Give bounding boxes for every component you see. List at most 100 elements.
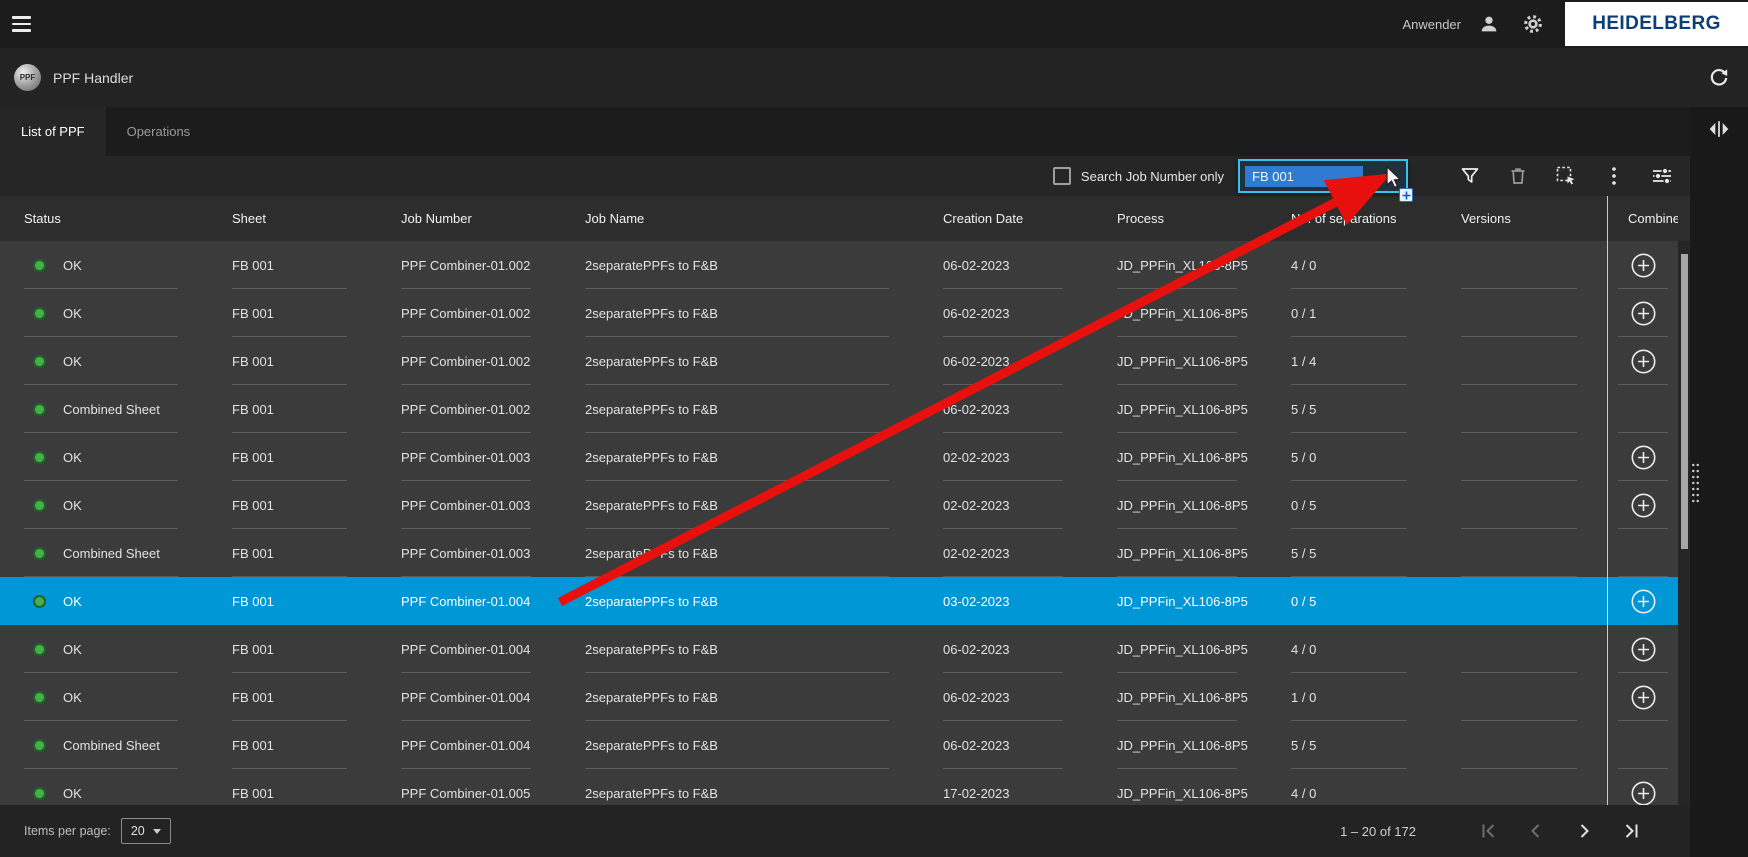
- sheet-cell: FB 001: [208, 241, 377, 289]
- items-per-page-label: Items per page:: [24, 824, 111, 838]
- job-number-cell: PPF Combiner-01.002: [377, 241, 561, 289]
- split-view-icon[interactable]: [1706, 116, 1732, 142]
- separations-cell: 0 / 5: [1267, 481, 1437, 529]
- ppf-app-icon: PPF: [14, 64, 41, 91]
- last-page-button[interactable]: [1620, 819, 1644, 843]
- combine-cell: [1607, 529, 1678, 577]
- gear-icon[interactable]: [1521, 12, 1545, 36]
- combine-button[interactable]: [1629, 683, 1657, 711]
- combine-button[interactable]: [1629, 251, 1657, 279]
- table-row[interactable]: OK FB 001 PPF Combiner-01.004 2separateP…: [0, 577, 1678, 625]
- column-header-combine: Combine: [1607, 196, 1678, 241]
- combine-cell: [1607, 625, 1678, 673]
- job-number-cell: PPF Combiner-01.004: [377, 721, 561, 769]
- page-size-select[interactable]: 20: [121, 818, 171, 844]
- status-label: Combined Sheet: [63, 402, 160, 417]
- status-label: OK: [63, 786, 82, 801]
- toolbar: Search Job Number only Search FB 001: [0, 156, 1690, 196]
- delete-icon[interactable]: [1506, 164, 1530, 188]
- combine-button[interactable]: [1629, 299, 1657, 327]
- first-page-button[interactable]: [1476, 819, 1500, 843]
- combine-button[interactable]: [1629, 635, 1657, 663]
- right-rail: [1690, 107, 1748, 857]
- user-name-label: Anwender: [1402, 17, 1461, 32]
- previous-page-button[interactable]: [1524, 819, 1548, 843]
- combine-button[interactable]: [1629, 443, 1657, 471]
- job-number-cell: PPF Combiner-01.003: [377, 529, 561, 577]
- job-number-cell: PPF Combiner-01.004: [377, 577, 561, 625]
- job-number-cell: PPF Combiner-01.004: [377, 625, 561, 673]
- creation-date-cell: 06-02-2023: [919, 241, 1093, 289]
- refresh-icon[interactable]: [1706, 65, 1732, 91]
- panel-resize-grip[interactable]: [1691, 462, 1700, 504]
- search-job-number-only-checkbox[interactable]: [1053, 167, 1071, 185]
- versions-cell: [1437, 481, 1607, 529]
- vertical-scrollbar: [1678, 241, 1690, 805]
- more-options-icon[interactable]: [1602, 164, 1626, 188]
- versions-cell: [1437, 529, 1607, 577]
- table-row[interactable]: OK FB 001 PPF Combiner-01.002 2separateP…: [0, 241, 1678, 289]
- table-header: Status Sheet Job Number Job Name Creatio…: [0, 196, 1690, 241]
- combine-button[interactable]: [1629, 347, 1657, 375]
- search-drag-text: FB 001: [1245, 166, 1363, 187]
- combine-button[interactable]: [1629, 491, 1657, 519]
- select-area-icon[interactable]: [1554, 164, 1578, 188]
- status-cell: OK: [0, 241, 208, 289]
- topbar: Anwender HEIDELBERG: [0, 0, 1748, 48]
- column-header-separations: No. of separations: [1267, 211, 1437, 226]
- sheet-cell: FB 001: [208, 577, 377, 625]
- combine-cell: [1607, 289, 1678, 337]
- tab-list-of-ppf[interactable]: List of PPF: [0, 107, 106, 156]
- table-row[interactable]: OK FB 001 PPF Combiner-01.002 2separateP…: [0, 289, 1678, 337]
- table-row[interactable]: Combined Sheet FB 001 PPF Combiner-01.00…: [0, 721, 1678, 769]
- combine-button[interactable]: [1629, 587, 1657, 615]
- separations-cell: 0 / 1: [1267, 289, 1437, 337]
- job-name-cell: 2separatePPFs to F&B: [561, 673, 919, 721]
- versions-cell: [1437, 625, 1607, 673]
- ppf-handler-app: Anwender HEIDELBERG PPF PPF Handler: [0, 0, 1748, 857]
- versions-cell: [1437, 721, 1607, 769]
- creation-date-cell: 06-02-2023: [919, 625, 1093, 673]
- table-row[interactable]: OK FB 001 PPF Combiner-01.004 2separateP…: [0, 673, 1678, 721]
- filter-icon[interactable]: [1458, 164, 1482, 188]
- table-row[interactable]: OK FB 001 PPF Combiner-01.003 2separateP…: [0, 481, 1678, 529]
- process-cell: JD_PPFin_XL106-8P5: [1093, 625, 1267, 673]
- menu-icon[interactable]: [12, 7, 46, 41]
- settings-sliders-icon[interactable]: [1650, 164, 1674, 188]
- combine-cell: [1607, 769, 1678, 805]
- process-cell: JD_PPFin_XL106-8P5: [1093, 481, 1267, 529]
- versions-cell: [1437, 433, 1607, 481]
- column-header-job-number: Job Number: [377, 211, 561, 226]
- user-icon[interactable]: [1477, 12, 1501, 36]
- table-row[interactable]: Combined Sheet FB 001 PPF Combiner-01.00…: [0, 529, 1678, 577]
- tab-operations[interactable]: Operations: [106, 107, 212, 156]
- job-number-cell: PPF Combiner-01.003: [377, 481, 561, 529]
- table-row[interactable]: OK FB 001 PPF Combiner-01.004 2separateP…: [0, 625, 1678, 673]
- status-cell: OK: [0, 577, 208, 625]
- separations-cell: 4 / 0: [1267, 625, 1437, 673]
- scrollbar-thumb[interactable]: [1681, 254, 1688, 549]
- table-row[interactable]: OK FB 001 PPF Combiner-01.005 2separateP…: [0, 769, 1678, 805]
- search-input[interactable]: Search FB 001: [1238, 159, 1408, 193]
- separations-cell: 1 / 0: [1267, 673, 1437, 721]
- status-label: OK: [63, 642, 82, 657]
- versions-cell: [1437, 769, 1607, 805]
- process-cell: JD_PPFin_XL106-8P5: [1093, 529, 1267, 577]
- process-cell: JD_PPFin_XL106-8P5: [1093, 673, 1267, 721]
- table-row[interactable]: OK FB 001 PPF Combiner-01.003 2separateP…: [0, 433, 1678, 481]
- combine-cell: [1607, 481, 1678, 529]
- column-header-status: Status: [0, 211, 208, 226]
- table-row[interactable]: OK FB 001 PPF Combiner-01.002 2separateP…: [0, 337, 1678, 385]
- combine-cell: [1607, 721, 1678, 769]
- job-number-cell: PPF Combiner-01.002: [377, 337, 561, 385]
- combine-button[interactable]: [1629, 779, 1657, 805]
- process-cell: JD_PPFin_XL106-8P5: [1093, 385, 1267, 433]
- combine-cell: [1607, 433, 1678, 481]
- versions-cell: [1437, 337, 1607, 385]
- status-ok-icon: [33, 739, 46, 752]
- next-page-button[interactable]: [1572, 819, 1596, 843]
- column-header-creation-date: Creation Date: [919, 211, 1093, 226]
- sheet-cell: FB 001: [208, 337, 377, 385]
- table-row[interactable]: Combined Sheet FB 001 PPF Combiner-01.00…: [0, 385, 1678, 433]
- job-number-cell: PPF Combiner-01.002: [377, 289, 561, 337]
